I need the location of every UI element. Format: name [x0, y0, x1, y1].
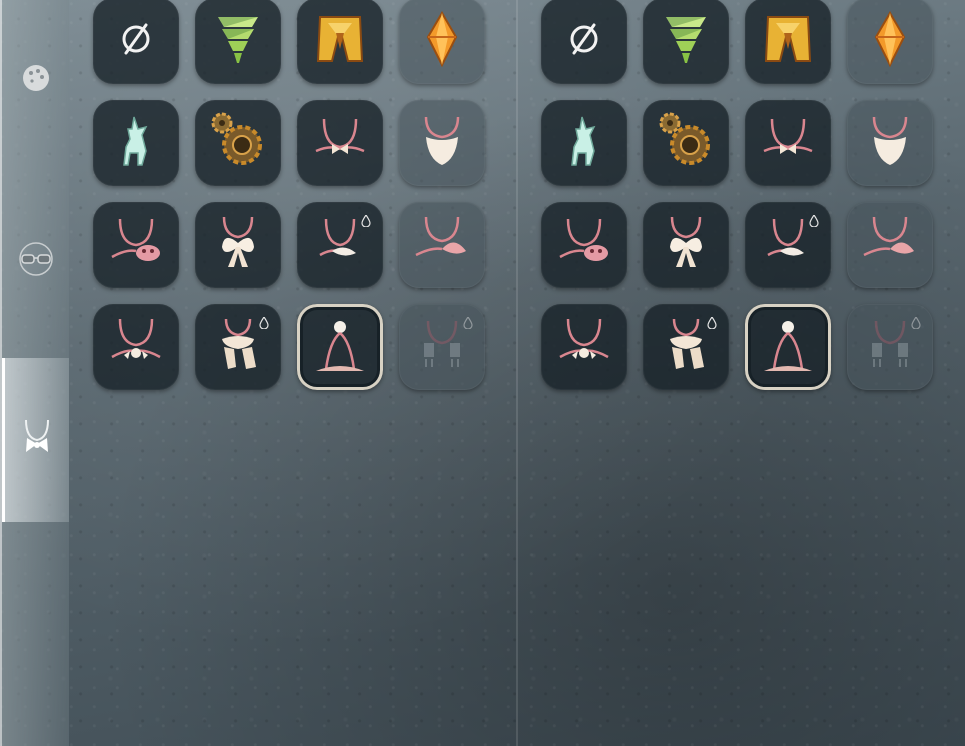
item-slot[interactable]	[847, 0, 933, 84]
right-panel	[517, 0, 965, 746]
large-bow-necklace-icon	[208, 213, 268, 277]
spirit-deer-icon	[554, 111, 614, 175]
beard-necklace-icon	[860, 111, 920, 175]
bow-necklace-icon	[310, 111, 370, 175]
golden-cape-icon	[758, 9, 818, 73]
flower-necklace-icon	[554, 315, 614, 379]
item-slot[interactable]	[297, 100, 383, 186]
palette-icon	[21, 63, 51, 97]
bow-necklace-icon	[758, 111, 818, 175]
orange-crystal-icon	[412, 9, 472, 73]
item-slot[interactable]	[541, 0, 627, 84]
long-cord-pendant-icon	[758, 315, 818, 379]
item-slot[interactable]	[93, 100, 179, 186]
droplet-icon	[809, 212, 819, 224]
bronze-gear-icon	[656, 111, 716, 175]
long-cord-pendant-icon	[310, 315, 370, 379]
face-paint-tab[interactable]	[2, 40, 69, 120]
item-slot[interactable]	[399, 0, 485, 84]
item-slot[interactable]	[195, 202, 281, 288]
necklace-bow-icon	[22, 418, 52, 462]
droplet-icon	[463, 314, 473, 326]
glasses-tab[interactable]	[2, 221, 69, 301]
neck-accessory-tab[interactable]	[2, 358, 69, 522]
item-slot[interactable]	[643, 0, 729, 84]
category-sidebar	[0, 0, 69, 746]
item-slot[interactable]	[847, 304, 933, 390]
item-slot[interactable]	[195, 100, 281, 186]
item-slot[interactable]	[541, 304, 627, 390]
tornado-icon	[656, 9, 716, 73]
item-slot[interactable]	[847, 100, 933, 186]
pink-frog-necklace-icon	[106, 213, 166, 277]
spirit-deer-icon	[106, 111, 166, 175]
golden-cape-icon	[310, 9, 370, 73]
item-slot[interactable]	[745, 100, 831, 186]
droplet-icon	[911, 314, 921, 326]
crab-necklace-icon	[860, 213, 920, 277]
item-slot[interactable]	[847, 202, 933, 288]
bronze-gear-icon	[208, 111, 268, 175]
item-slot[interactable]	[297, 202, 383, 288]
item-slot[interactable]	[93, 304, 179, 390]
none-icon	[554, 9, 614, 73]
none-icon	[106, 9, 166, 73]
item-slot[interactable]	[643, 202, 729, 288]
item-slot[interactable]	[541, 100, 627, 186]
glasses-icon	[18, 241, 54, 281]
item-slot[interactable]	[399, 202, 485, 288]
item-slot[interactable]	[93, 0, 179, 84]
item-slot[interactable]	[93, 202, 179, 288]
item-slot[interactable]	[195, 304, 281, 390]
item-slot[interactable]	[541, 202, 627, 288]
left-panel	[69, 0, 517, 746]
pink-frog-necklace-icon	[554, 213, 614, 277]
droplet-icon	[707, 314, 717, 326]
item-slot[interactable]	[643, 100, 729, 186]
item-slot[interactable]	[745, 202, 831, 288]
item-slot[interactable]	[399, 304, 485, 390]
item-slot[interactable]	[745, 304, 831, 390]
large-bow-necklace-icon	[656, 213, 716, 277]
crab-necklace-icon	[412, 213, 472, 277]
item-slot[interactable]	[297, 304, 383, 390]
flower-necklace-icon	[106, 315, 166, 379]
item-slot[interactable]	[297, 0, 383, 84]
droplet-icon	[259, 314, 269, 326]
item-slot[interactable]	[643, 304, 729, 390]
beard-necklace-icon	[412, 111, 472, 175]
droplet-icon	[361, 212, 371, 224]
item-slot[interactable]	[195, 0, 281, 84]
item-slot[interactable]	[745, 0, 831, 84]
item-slot[interactable]	[399, 100, 485, 186]
tornado-icon	[208, 9, 268, 73]
orange-crystal-icon	[860, 9, 920, 73]
